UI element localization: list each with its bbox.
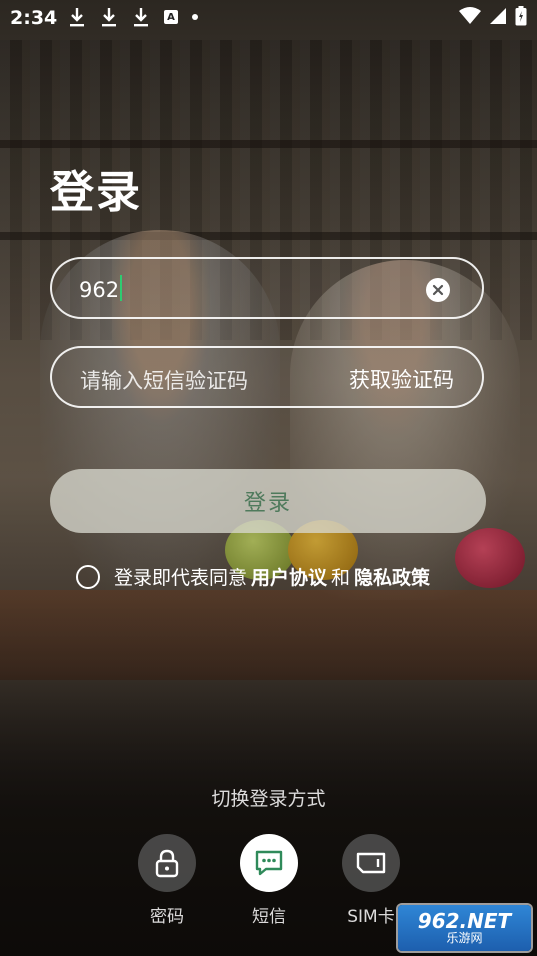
status-time: 2:34 (10, 7, 58, 29)
watermark-top: 962.NET (417, 909, 512, 933)
method-label: 短信 (252, 907, 286, 927)
download-icon (70, 8, 84, 27)
method-circle[interactable] (342, 834, 400, 892)
sms-code-placeholder[interactable]: 请输入短信验证码 (80, 365, 248, 395)
download-icon (134, 8, 148, 27)
login-method-sim[interactable]: SIM卡 (341, 834, 401, 927)
text-caret (120, 275, 123, 301)
clear-input-button[interactable] (426, 278, 450, 302)
status-notification-icons: A (68, 6, 198, 28)
page-title: 登录 (50, 167, 142, 218)
switch-login-method-label: 切换登录方式 (211, 788, 326, 810)
phone-input-value[interactable]: 962 (79, 275, 123, 302)
watermark-bottom: 乐游网 (446, 931, 483, 945)
user-agreement-link[interactable]: 用户协议 (251, 563, 327, 590)
login-method-sms[interactable]: 短信 (239, 834, 299, 927)
agreement-and: 和 (331, 567, 351, 589)
privacy-policy-link[interactable]: 隐私政策 (354, 563, 430, 590)
method-circle[interactable] (138, 834, 196, 892)
login-screen: 2:34 A 登录 962 请输入短信验证码 获取验证码 登录 登录即代表同意 … (0, 0, 537, 956)
download-icon (102, 8, 116, 27)
phone-input[interactable]: 962 (50, 257, 484, 319)
method-label: SIM卡 (347, 907, 395, 927)
login-button[interactable]: 登录 (50, 469, 486, 533)
dot-icon (192, 14, 198, 20)
status-bar: 2:34 A (0, 0, 537, 36)
agreement-checkbox[interactable] (76, 564, 100, 589)
method-circle[interactable] (240, 834, 298, 892)
message-icon (255, 850, 283, 876)
site-watermark: 962.NET 乐游网 (398, 905, 531, 951)
method-label: 密码 (150, 907, 184, 927)
lock-icon (155, 849, 179, 878)
wifi-icon (459, 7, 481, 24)
signal-icon (490, 8, 506, 24)
sms-code-input[interactable]: 请输入短信验证码 获取验证码 (50, 346, 484, 408)
agreement-row: 登录即代表同意 用户协议 和 隐私政策 (76, 563, 434, 590)
sim-card-icon (356, 852, 386, 874)
agreement-prefix: 登录即代表同意 (114, 567, 248, 589)
battery-icon (515, 6, 527, 26)
font-icon: A (164, 10, 178, 24)
login-method-password[interactable]: 密码 (137, 834, 197, 927)
close-icon (432, 284, 444, 296)
status-system-icons (459, 6, 527, 26)
get-code-button[interactable]: 获取验证码 (349, 364, 454, 394)
